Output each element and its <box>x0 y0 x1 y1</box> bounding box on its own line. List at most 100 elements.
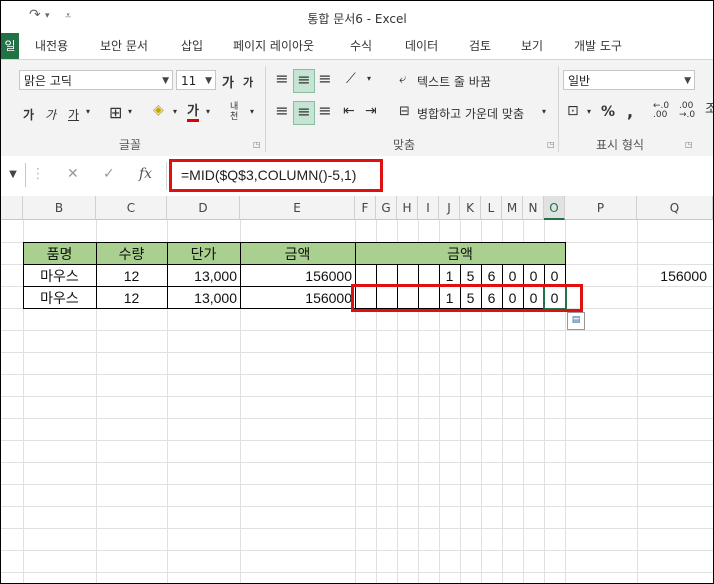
chevron-down-icon[interactable]: ▾ <box>173 107 177 116</box>
ribbon-tabs: 일 내전용 보안 문서 삽입 페이지 레이아웃 수식 데이터 검토 보기 개발 … <box>1 33 713 59</box>
tab-formulas[interactable]: 수식 <box>350 37 372 54</box>
column-header-l[interactable]: L <box>481 196 502 220</box>
number-format-select[interactable]: 일반 ▼ <box>563 70 695 90</box>
underline-button[interactable]: 가 <box>68 106 79 123</box>
align-top-icon[interactable]: ≡ <box>272 69 292 91</box>
column-header-e[interactable]: E <box>240 196 355 220</box>
chevron-down-icon[interactable]: ▾ <box>128 107 132 116</box>
table-cell[interactable]: 마우스 <box>23 287 96 309</box>
tab-review[interactable]: 검토 <box>469 37 491 54</box>
column-header-f[interactable]: F <box>355 196 376 220</box>
grow-font-button[interactable]: 가 <box>222 72 234 91</box>
conditional-format-label[interactable]: 조 <box>705 98 713 117</box>
increase-indent-icon[interactable]: ⇥ <box>365 103 377 119</box>
table-cell[interactable]: 156000 <box>240 265 355 287</box>
tab-data[interactable]: 데이터 <box>405 37 438 54</box>
enter-icon[interactable]: ✓ <box>103 166 115 182</box>
column-header-m[interactable]: M <box>502 196 523 220</box>
dialog-launcher-icon[interactable]: ◳ <box>547 140 555 149</box>
table-cell[interactable]: 13,000 <box>167 265 240 287</box>
column-header-h[interactable]: H <box>397 196 418 220</box>
tab-view[interactable]: 보기 <box>521 37 543 54</box>
table-cell[interactable]: 12 <box>96 265 167 287</box>
chevron-down-icon[interactable]: ▾ <box>250 107 254 116</box>
column-header-b[interactable]: B <box>23 196 96 220</box>
dialog-launcher-icon[interactable]: ◳ <box>685 140 693 149</box>
worksheet-grid[interactable]: B C D E F G H I J K L M N O P Q 품명 수량 단가… <box>1 196 713 583</box>
tab-insert[interactable]: 삽입 <box>181 37 203 54</box>
column-header-c[interactable]: C <box>96 196 167 220</box>
percent-button[interactable]: % <box>601 104 615 120</box>
tab-file[interactable]: 일 <box>1 33 19 59</box>
chevron-down-icon[interactable]: ▾ <box>367 74 371 83</box>
gridline <box>1 484 713 485</box>
table-cell[interactable]: 13,000 <box>167 287 240 309</box>
align-right-icon[interactable]: ≡ <box>315 101 335 123</box>
font-name-value: 맑은 고딕 <box>24 74 72 88</box>
name-box-dropdown[interactable]: ▼ <box>1 163 26 187</box>
table-cell[interactable]: 12 <box>96 287 167 309</box>
accounting-format-icon[interactable]: ⊡ <box>567 103 579 119</box>
header-amount-digits[interactable]: 금액 <box>355 243 565 265</box>
column-header-j[interactable]: J <box>439 196 460 220</box>
column-header-n[interactable]: N <box>523 196 544 220</box>
column-header-d[interactable]: D <box>167 196 240 220</box>
tab-developer[interactable]: 개발 도구 <box>574 37 622 54</box>
column-header-partial[interactable] <box>1 196 23 220</box>
header-amount[interactable]: 금액 <box>240 243 355 265</box>
column-header-p[interactable]: P <box>565 196 637 220</box>
chevron-down-icon[interactable]: ▾ <box>206 107 210 116</box>
align-middle-icon[interactable]: ≡ <box>293 69 315 93</box>
bold-button[interactable]: 가 <box>23 106 34 123</box>
italic-button[interactable]: 가 <box>45 106 56 123</box>
quick-analysis-icon[interactable]: ▤ <box>567 312 585 330</box>
merge-center-icon: ⊟ <box>399 104 410 119</box>
comma-button[interactable]: , <box>627 102 633 121</box>
wrap-text-button[interactable]: 텍스트 줄 바꿈 <box>417 73 491 90</box>
font-name-select[interactable]: 맑은 고딕 ▼ <box>19 70 173 90</box>
table-cell[interactable]: 마우스 <box>23 265 96 287</box>
digits-highlight-box <box>351 284 583 312</box>
chevron-down-icon[interactable]: ▾ <box>542 107 546 116</box>
column-header-k[interactable]: K <box>460 196 481 220</box>
q-value-cell[interactable]: 156000 <box>637 265 713 287</box>
ribbon-separator <box>558 66 559 152</box>
align-left-icon[interactable]: ≡ <box>272 101 292 123</box>
font-size-select[interactable]: 11 ▼ <box>176 70 216 90</box>
chevron-down-icon[interactable]: ▾ <box>86 107 90 116</box>
increase-decimal-icon[interactable]: ←.0.00 <box>653 102 669 120</box>
tab-personal[interactable]: 내전용 <box>35 37 68 54</box>
phonetic-guide-button[interactable]: 내천 <box>230 102 244 122</box>
align-center-icon[interactable]: ≡ <box>293 101 315 125</box>
decrease-indent-icon[interactable]: ⇤ <box>343 103 355 119</box>
column-header-o[interactable]: O <box>544 196 565 220</box>
header-price[interactable]: 단가 <box>167 243 240 265</box>
orientation-icon[interactable]: ⟋ <box>346 71 356 87</box>
table-cell[interactable]: 156000 <box>240 287 355 309</box>
decrease-decimal-icon[interactable]: .00 →.0 <box>679 102 695 120</box>
borders-icon[interactable]: ⊞ <box>109 103 122 122</box>
column-header-i[interactable]: I <box>418 196 439 220</box>
dialog-launcher-icon[interactable]: ◳ <box>253 140 261 149</box>
header-name[interactable]: 품명 <box>23 243 96 265</box>
chevron-down-icon[interactable]: ▾ <box>587 107 591 116</box>
cancel-icon[interactable]: ✕ <box>67 166 79 182</box>
insert-function-button[interactable]: fx <box>139 166 152 182</box>
header-qty[interactable]: 수량 <box>96 243 167 265</box>
number-group-label: 표시 형식 <box>596 138 644 152</box>
formula-highlight-box <box>169 159 383 192</box>
align-bottom-icon[interactable]: ≡ <box>315 69 335 91</box>
merge-center-button[interactable]: 병합하고 가운데 맞춤 <box>417 105 524 122</box>
title-bar: ↷ ▾ ⩡ 통합 문서6 - Excel <box>1 1 713 33</box>
shrink-font-button[interactable]: 가 <box>243 74 253 90</box>
column-header-g[interactable]: G <box>376 196 397 220</box>
tab-security-doc[interactable]: 보안 문서 <box>100 37 148 54</box>
gridline <box>1 440 713 441</box>
fill-color-icon[interactable]: ◈ <box>153 102 164 118</box>
ribbon-separator <box>265 66 266 152</box>
window-title: 통합 문서6 - Excel <box>307 12 407 26</box>
font-color-button[interactable]: 가 <box>187 104 199 122</box>
tab-page-layout[interactable]: 페이지 레이아웃 <box>233 37 314 54</box>
gridline <box>1 418 713 419</box>
column-header-q[interactable]: Q <box>637 196 713 220</box>
